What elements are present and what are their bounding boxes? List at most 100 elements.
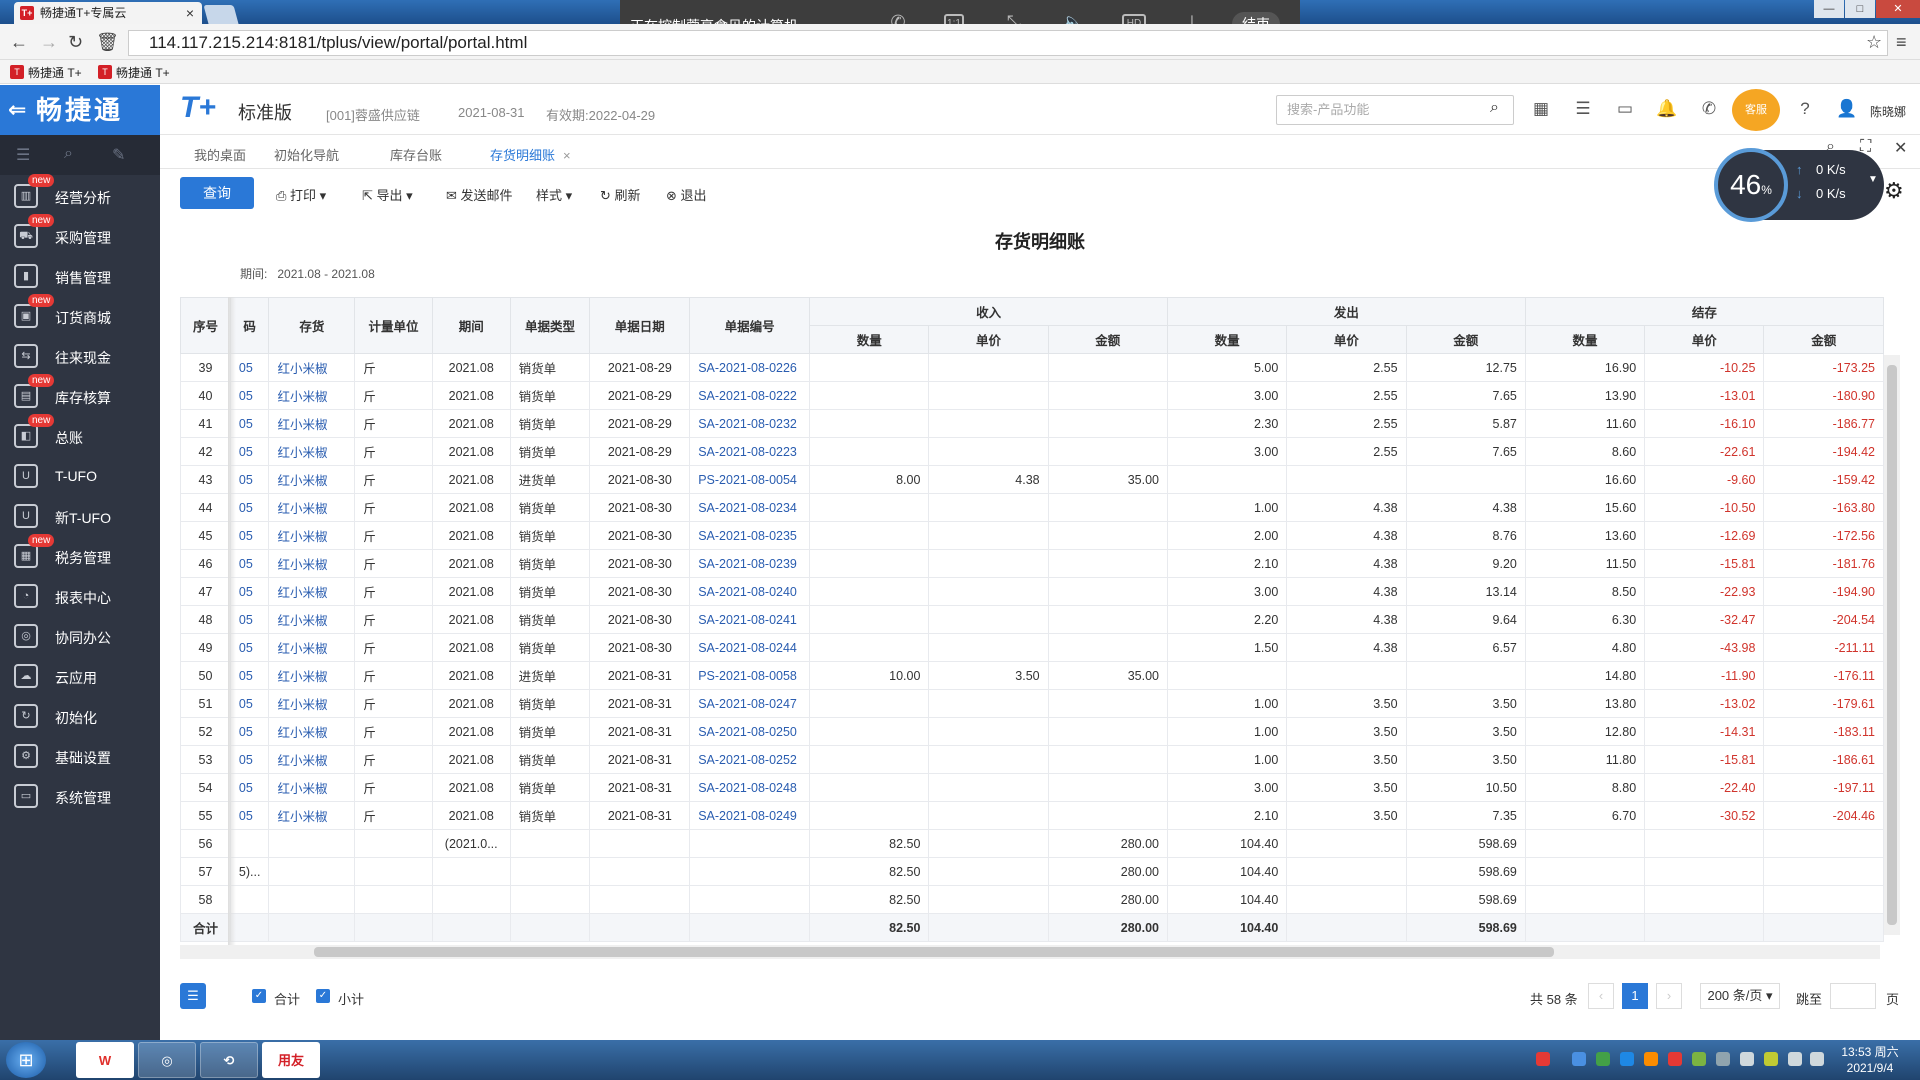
cell-docno[interactable]: SA-2021-08-0234 [689, 493, 811, 522]
user-icon[interactable]: 👤 [1836, 98, 1858, 120]
system-clock[interactable]: 13:53 周六 2021/9/4 [1830, 1044, 1910, 1076]
exit-button[interactable]: ⊗ 退出 [666, 185, 707, 204]
sidebar-item[interactable]: U T-UFO [0, 456, 160, 496]
table-row[interactable]: 47 05 红小米椒斤 2021.08 销货单 2021-08-30 SA-2021-08-… [180, 577, 1884, 606]
minimize-icon[interactable]: — [1814, 0, 1844, 18]
subtotal-row[interactable]: 56 (2021.0... 82.50 280.00 104.40 598.69 [180, 829, 1884, 858]
col-unit[interactable]: 计量单位 [354, 297, 433, 354]
bookmark-item[interactable]: 畅捷通 T+ [8, 64, 82, 81]
help-icon[interactable]: ? [1794, 98, 1816, 120]
start-button[interactable]: ⊞ [6, 1042, 46, 1078]
col-in-amount[interactable]: 金额 [1047, 325, 1168, 354]
page-size-select[interactable]: 200 条/页 ▾ [1700, 983, 1780, 1009]
close-window-icon[interactable]: ✕ [1876, 0, 1920, 18]
sidebar-item[interactable]: ⚙ 基础设置 [0, 736, 160, 776]
close-tab-icon[interactable]: × [186, 2, 194, 24]
col-bal-qty[interactable]: 数量 [1524, 325, 1646, 354]
tab-init-nav[interactable]: 初始化导航 [274, 145, 339, 164]
table-row[interactable]: 42 05 红小米椒斤 2021.08 销货单 2021-08-29 SA-2021-08-… [180, 437, 1884, 466]
vertical-scroll-thumb[interactable] [1887, 365, 1897, 925]
sidebar-item[interactable]: ↻ 初始化 [0, 696, 160, 736]
table-row[interactable]: 51 05 红小米椒斤 2021.08 销货单 2021-08-31 SA-2021-08-… [180, 689, 1884, 718]
gear-icon[interactable]: ⚙ [1884, 178, 1904, 204]
tray-icon-app[interactable] [1668, 1052, 1682, 1066]
bookmark-star-icon[interactable]: ☆ [1866, 32, 1882, 53]
cell-docno[interactable]: SA-2021-08-0250 [689, 717, 811, 746]
sidebar-item[interactable]: ▣ 订货商城 new [0, 294, 160, 336]
tab-stock-ledger[interactable]: 库存台账 [390, 145, 442, 164]
table-row[interactable]: 53 05 红小米椒斤 2021.08 销货单 2021-08-31 SA-2021-08-… [180, 745, 1884, 774]
cell-docno[interactable]: SA-2021-08-0222 [689, 381, 811, 410]
tab-desktop[interactable]: 我的桌面 [194, 145, 246, 164]
cell-docno[interactable]: SA-2021-08-0223 [689, 437, 811, 466]
cell-docno[interactable]: SA-2021-08-0249 [689, 801, 811, 830]
customer-service-avatar[interactable]: 客服 [1732, 89, 1780, 131]
remote-app[interactable]: ⟲ [200, 1042, 258, 1078]
reload-icon[interactable]: ↻ [68, 32, 83, 53]
chevron-down-icon[interactable]: ▼ [1868, 174, 1878, 185]
back-icon[interactable]: ← [10, 32, 28, 53]
phone-icon[interactable]: ✆ [1698, 98, 1720, 120]
edit-icon[interactable]: ✎ [112, 145, 125, 165]
sidebar-item[interactable]: ▭ 系统管理 [0, 776, 160, 816]
col-doctype[interactable]: 单据类型 [509, 297, 591, 354]
tray-icon-volume[interactable] [1810, 1052, 1824, 1066]
app-logo[interactable]: ⇐ 畅捷通 [0, 85, 160, 135]
sidebar-item[interactable]: ◎ 协同办公 [0, 616, 160, 656]
tray-icon-network[interactable] [1572, 1052, 1586, 1066]
query-button[interactable]: 查询 [180, 177, 254, 209]
refresh-button[interactable]: ↻ 刷新 [600, 185, 641, 204]
table-row[interactable]: 46 05 红小米椒斤 2021.08 销货单 2021-08-30 SA-2021-08-… [180, 549, 1884, 578]
bookmark-item[interactable]: 畅捷通 T+ [96, 64, 170, 81]
email-button[interactable]: ✉ 发送邮件 [446, 185, 513, 204]
print-button[interactable]: ⎙ 打印 ▾ [276, 185, 326, 204]
cell-docno[interactable]: PS-2021-08-0054 [689, 465, 811, 494]
browser-tab[interactable]: T+ 畅捷通T+专属云 × [14, 2, 202, 24]
tray-icon-flag[interactable] [1740, 1052, 1754, 1066]
horizontal-scrollbar[interactable] [180, 945, 1880, 959]
goto-page-input[interactable] [1830, 983, 1876, 1009]
cell-docno[interactable]: SA-2021-08-0247 [689, 689, 811, 718]
new-tab-button[interactable] [203, 5, 239, 24]
wps-app[interactable]: W [76, 1042, 134, 1078]
tray-icon-sogou[interactable] [1536, 1052, 1550, 1066]
table-row[interactable]: 54 05 红小米椒斤 2021.08 销货单 2021-08-31 SA-2021-08-… [180, 773, 1884, 802]
next-page-button[interactable]: › [1656, 983, 1682, 1009]
col-docdate[interactable]: 单据日期 [589, 297, 691, 354]
sidebar-item[interactable]: ▮ 销售管理 [0, 256, 160, 296]
col-out-price[interactable]: 单价 [1286, 325, 1407, 354]
search-input[interactable]: 搜索-产品功能 [1276, 95, 1514, 125]
forward-icon[interactable]: → [40, 32, 58, 53]
cell-docno[interactable]: SA-2021-08-0239 [689, 549, 811, 578]
search-icon[interactable]: ⌕ [64, 145, 73, 163]
col-period[interactable]: 期间 [431, 297, 511, 354]
trash-icon[interactable]: 🗑 [96, 32, 119, 53]
prev-page-button[interactable]: ‹ [1588, 983, 1614, 1009]
cell-docno[interactable]: SA-2021-08-0248 [689, 773, 811, 802]
total-checkbox[interactable]: ✓ [252, 989, 266, 1003]
table-row[interactable]: 52 05 红小米椒斤 2021.08 销货单 2021-08-31 SA-2021-08-… [180, 717, 1884, 746]
table-row[interactable]: 49 05 红小米椒斤 2021.08 销货单 2021-08-30 SA-2021-08-… [180, 633, 1884, 662]
menu-icon[interactable]: ☰ [16, 145, 30, 165]
cell-docno[interactable]: SA-2021-08-0241 [689, 605, 811, 634]
cell-docno[interactable]: SA-2021-08-0244 [689, 633, 811, 662]
tray-icon-app[interactable] [1716, 1052, 1730, 1066]
table-row[interactable]: 43 05 红小米椒斤 2021.08 进货单 2021-08-30 PS-2021-08-… [180, 465, 1884, 494]
tray-icon-app[interactable] [1620, 1052, 1634, 1066]
table-row[interactable]: 39 05 红小米椒斤 2021.08 销货单 2021-08-29 SA-2021-08-… [180, 353, 1884, 382]
sidebar-item[interactable]: ▦ 税务管理 new [0, 534, 160, 576]
username[interactable]: 陈晓娜 [1870, 103, 1906, 120]
col-in-qty[interactable]: 数量 [809, 325, 930, 354]
cell-docno[interactable]: SA-2021-08-0232 [689, 409, 811, 438]
vertical-scrollbar[interactable] [1884, 355, 1900, 935]
tray-icon-app[interactable] [1644, 1052, 1658, 1066]
table-row[interactable]: 44 05 红小米椒斤 2021.08 销货单 2021-08-30 SA-2021-08-… [180, 493, 1884, 522]
subtotal-checkbox[interactable]: ✓ [316, 989, 330, 1003]
col-code[interactable]: 码 [229, 297, 270, 354]
subtotal-row[interactable]: 57 5)... 82.50 280.00 104.40 598.69 [180, 857, 1884, 886]
cell-docno[interactable]: SA-2021-08-0235 [689, 521, 811, 550]
total-row[interactable]: 合计 82.50 280.00 104.40 598.69 [180, 913, 1884, 942]
sidebar-item[interactable]: ☁ 云应用 [0, 656, 160, 696]
tray-icon-app[interactable] [1692, 1052, 1706, 1066]
sidebar-item[interactable]: U 新T-UFO [0, 496, 160, 536]
